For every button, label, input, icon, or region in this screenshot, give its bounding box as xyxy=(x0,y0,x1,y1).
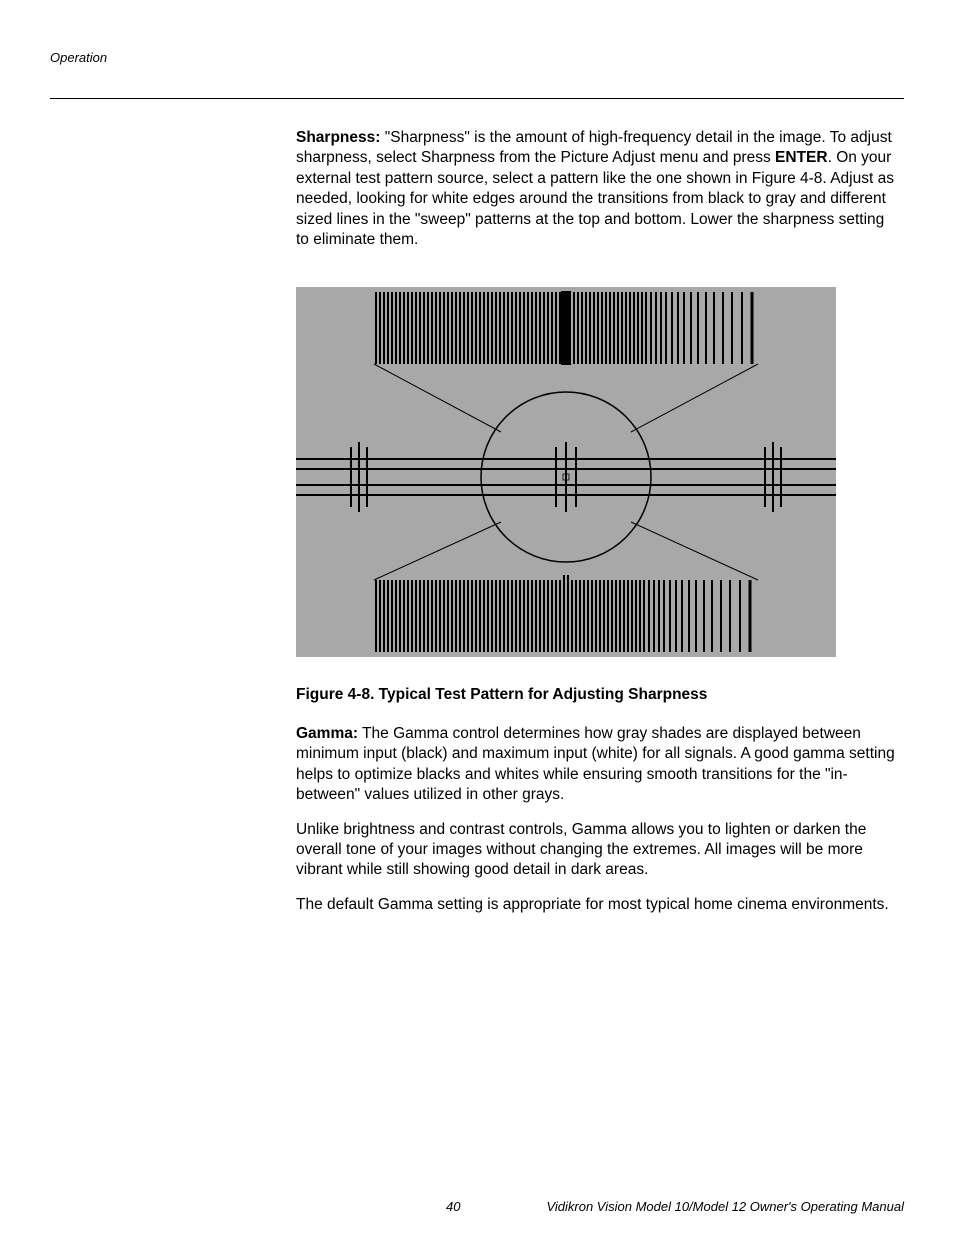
figure-caption: Figure 4-8. Typical Test Pattern for Adj… xyxy=(296,686,898,704)
page-number: 40 xyxy=(446,1199,460,1214)
sharpness-paragraph: Sharpness: "Sharpness" is the amount of … xyxy=(296,128,898,251)
gamma-label: Gamma: xyxy=(296,725,358,742)
gamma-paragraph-1: Gamma: The Gamma control determines how … xyxy=(296,724,898,806)
header-rule xyxy=(50,98,904,99)
footer-title: Vidikron Vision Model 10/Model 12 Owner'… xyxy=(546,1199,904,1214)
sharpness-label: Sharpness: xyxy=(296,129,380,146)
main-content: Sharpness: "Sharpness" is the amount of … xyxy=(296,128,898,929)
enter-key: ENTER xyxy=(775,149,828,166)
gamma-paragraph-2: Unlike brightness and contrast controls,… xyxy=(296,820,898,881)
test-pattern-figure xyxy=(296,287,836,657)
gamma-text-1: The Gamma control determines how gray sh… xyxy=(296,725,895,803)
header-section-label: Operation xyxy=(50,50,107,65)
gamma-paragraph-3: The default Gamma setting is appropriate… xyxy=(296,895,898,915)
